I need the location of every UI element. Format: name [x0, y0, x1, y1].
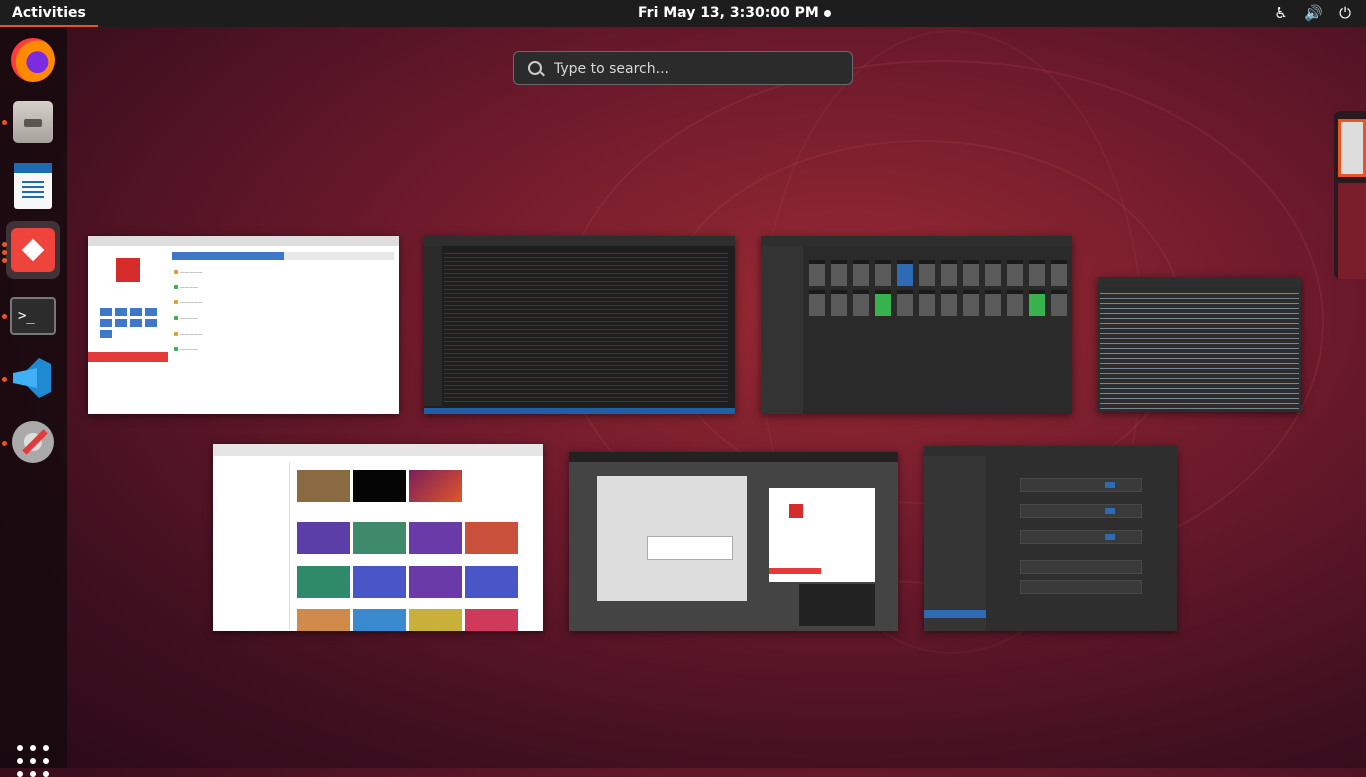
- discovered-tile: [465, 609, 518, 631]
- discovered-tile: [353, 566, 406, 598]
- dock-firefox[interactable]: [6, 31, 60, 89]
- files-sidebar: [761, 246, 803, 414]
- window-titlebar: [569, 452, 898, 462]
- show-applications-icon[interactable]: [17, 745, 49, 777]
- tweaks-icon: [12, 421, 54, 463]
- discovered-tile: [409, 566, 462, 598]
- firefox-icon: [11, 38, 55, 82]
- dock-vscode[interactable]: [6, 349, 60, 407]
- top-bar: Activities Fri May 13, 3:30:00 PM ♿ 🔊 ⏻: [0, 0, 1366, 27]
- window-titlebar: [924, 446, 1177, 456]
- dock-anydesk[interactable]: [6, 221, 60, 279]
- chat-message: —————: [174, 300, 203, 306]
- window-thumbnail-anydesk-session[interactable]: ————— ———— ————— ———— ————— ————: [88, 236, 399, 414]
- dock-terminal[interactable]: >_: [6, 287, 60, 345]
- network-row: [1020, 478, 1142, 492]
- anydesk-logo-icon: [116, 258, 140, 282]
- recent-session-tile: [297, 470, 350, 502]
- files-icon: [13, 101, 53, 143]
- discovered-tile: [297, 522, 350, 554]
- volume-icon[interactable]: 🔊: [1304, 4, 1323, 22]
- settings-selected-item: [924, 610, 986, 618]
- terminal-icon: >_: [10, 297, 56, 335]
- status-bar: [424, 408, 735, 414]
- chat-message: —————: [174, 270, 203, 276]
- remote-video-panel: [799, 584, 875, 626]
- discovered-tile: [409, 522, 462, 554]
- window-titlebar: [424, 236, 735, 246]
- dock-files[interactable]: [6, 93, 60, 151]
- disconnect-button: [88, 352, 168, 362]
- recent-session-tile: [353, 470, 406, 502]
- vscode-icon: [11, 356, 55, 400]
- chat-message: ————: [174, 316, 198, 322]
- discovered-tile: [353, 522, 406, 554]
- discovered-tile: [297, 566, 350, 598]
- terminal-output: [1100, 291, 1299, 411]
- clock-text: Fri May 13, 3:30:00 PM: [638, 5, 819, 21]
- remote-anydesk-panel: [769, 488, 875, 582]
- discovered-tile: [465, 522, 518, 554]
- dock: >_: [0, 27, 67, 777]
- anydesk-icon: [11, 228, 55, 272]
- anydesk-sidebar: [215, 462, 290, 630]
- recent-session-tile: [409, 470, 462, 502]
- file-grid: [809, 260, 1069, 316]
- discovered-tile: [465, 566, 518, 598]
- writer-icon: [14, 163, 52, 209]
- code-editor: [444, 250, 728, 405]
- window-titlebar: [1098, 277, 1301, 287]
- search-input[interactable]: [552, 58, 836, 80]
- search-box[interactable]: [513, 51, 853, 85]
- network-row: [1020, 530, 1142, 544]
- search-icon: [528, 61, 542, 75]
- chat-message: ————: [174, 285, 198, 291]
- discovered-tile: [297, 609, 350, 631]
- window-thumbnail-anydesk-main[interactable]: [213, 444, 543, 631]
- window-thumbnail-settings[interactable]: [924, 446, 1177, 631]
- power-icon[interactable]: ⏻: [1336, 4, 1354, 22]
- window-titlebar: [88, 236, 399, 246]
- window-thumbnail-vscode[interactable]: [424, 236, 735, 414]
- window-titlebar: [761, 236, 1072, 246]
- settings-sidebar: [924, 456, 986, 631]
- chat-message: ————: [174, 347, 198, 353]
- session-toolbar: [100, 308, 160, 338]
- discovered-tile: [409, 609, 462, 631]
- window-thumbnail-terminal[interactable]: [1098, 277, 1301, 412]
- workspace-current[interactable]: [1338, 119, 1366, 177]
- window-thumbnail-files[interactable]: [761, 236, 1072, 414]
- notification-dot-icon: [823, 9, 831, 17]
- discovered-tile: [353, 609, 406, 631]
- accessibility-icon[interactable]: ♿: [1272, 4, 1290, 22]
- workspace-empty[interactable]: [1338, 183, 1366, 279]
- editor-sidebar: [424, 246, 442, 406]
- clock[interactable]: Fri May 13, 3:30:00 PM: [638, 0, 831, 27]
- vpn-row: [1020, 560, 1142, 574]
- network-row: [1020, 504, 1142, 518]
- window-thumbnail-anydesk-remote[interactable]: [569, 452, 898, 631]
- system-tray[interactable]: ♿ 🔊 ⏻: [1272, 4, 1354, 22]
- remote-dialog: [647, 536, 733, 560]
- workspace-switcher[interactable]: [1334, 111, 1366, 279]
- chat-tabs: [172, 252, 394, 260]
- dock-libreoffice-writer[interactable]: [6, 157, 60, 215]
- activities-button[interactable]: Activities: [0, 0, 98, 27]
- chat-message: —————: [174, 332, 203, 338]
- proxy-row: [1020, 580, 1142, 594]
- dock-tweaks[interactable]: [6, 413, 60, 471]
- window-titlebar: [213, 444, 543, 456]
